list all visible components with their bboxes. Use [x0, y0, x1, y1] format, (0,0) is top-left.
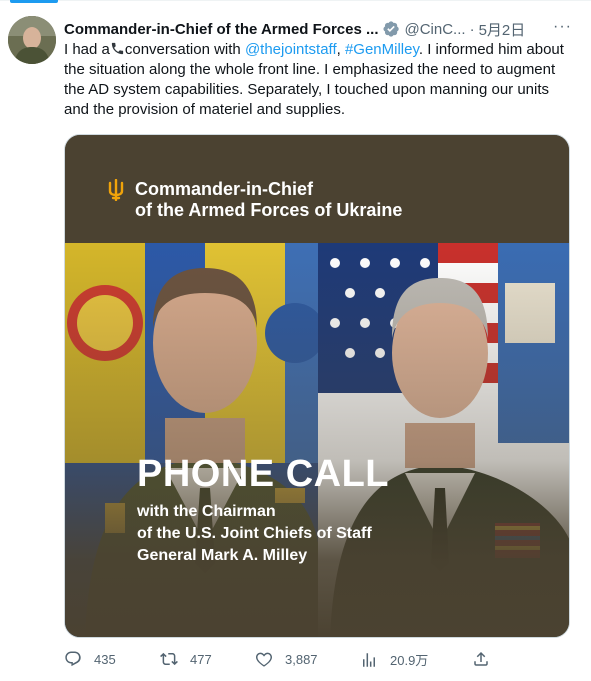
tweet-date[interactable]: 5月2日: [479, 19, 526, 40]
retweet-icon: [160, 652, 178, 666]
text-part1: I had a: [64, 41, 110, 58]
separator-dot: ·: [469, 20, 475, 38]
views-count: 20.9万: [390, 653, 429, 668]
hashtag-link[interactable]: #GenMilley: [345, 41, 419, 58]
media-card[interactable]: Commander-in-Chief of the Armed Forces o…: [64, 134, 570, 638]
top-divider: [0, 0, 591, 1]
card-line-2: of the U.S. Joint Chiefs of Staff: [137, 525, 372, 542]
card-headline: PHONE CALL: [137, 453, 389, 495]
trident-icon: [108, 179, 124, 201]
author-name[interactable]: Commander-in-Chief of the Armed Forces .…: [64, 21, 378, 38]
reply-icon: [65, 651, 81, 667]
card-photo: [65, 243, 569, 637]
views-button[interactable]: 20.9万: [360, 650, 428, 669]
share-icon: [474, 651, 488, 666]
views-icon: [363, 652, 375, 667]
mention-link[interactable]: @thejointstaff: [245, 41, 337, 58]
retweet-button[interactable]: 477: [160, 650, 212, 668]
like-count: 3,887: [285, 651, 318, 667]
author-handle[interactable]: @CinC...: [404, 21, 465, 38]
more-icon[interactable]: ···: [553, 18, 572, 36]
reply-count: 435: [94, 651, 116, 667]
text-comma: ,: [336, 41, 345, 58]
like-button[interactable]: 3,887: [255, 650, 318, 668]
tweet-header: Commander-in-Chief of the Armed Forces .…: [64, 18, 584, 40]
card-header: Commander-in-Chief of the Armed Forces o…: [65, 135, 569, 243]
avatar[interactable]: [8, 16, 56, 64]
reply-button[interactable]: 435: [64, 650, 116, 668]
card-title: Commander-in-Chief of the Armed Forces o…: [135, 179, 403, 220]
phone-icon: [111, 42, 123, 55]
card-line-3: General Mark A. Milley: [137, 547, 308, 564]
action-bar: 435 477 3,887 20.9万: [64, 650, 494, 672]
tweet-text: I had a conversation with @thejointstaff,…: [64, 40, 576, 120]
text-part2: conversation with: [124, 41, 245, 58]
tab-indicator: [10, 0, 58, 3]
card-line-1: with the Chairman: [137, 503, 276, 520]
retweet-count: 477: [190, 651, 212, 667]
like-icon: [255, 652, 273, 667]
share-button[interactable]: [472, 650, 502, 668]
verified-icon: [382, 20, 400, 38]
